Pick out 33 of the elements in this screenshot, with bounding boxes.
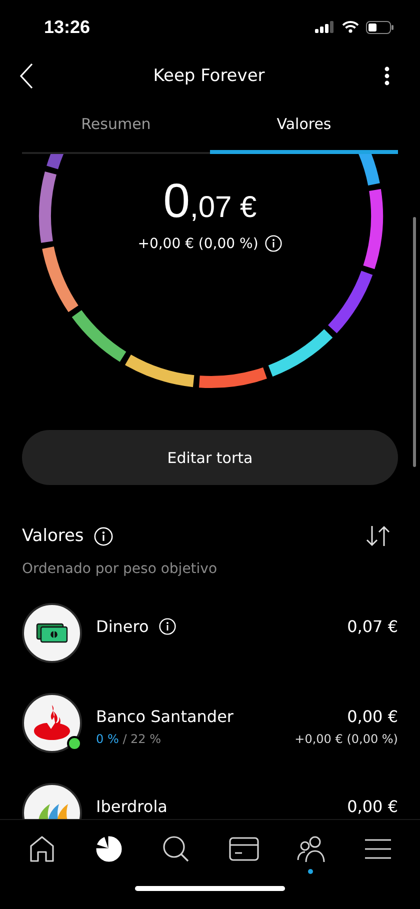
total-value: 0,07 € [163,174,257,229]
signal-icon [315,21,335,33]
wifi-icon [342,21,359,33]
battery-icon [366,20,394,34]
banknote-icon [36,623,68,643]
tab[interactable]: Valores [210,98,398,154]
target-weight: / 22 % [122,732,162,746]
sort-caption: Ordenado por peso objetivo [22,561,218,577]
pie-chart-icon[interactable] [94,835,124,863]
status-time: 13:26 [44,16,90,38]
edit-pie-button[interactable]: Editar torta [22,430,398,485]
back-icon[interactable] [20,63,34,89]
holding-name[interactable]: Iberdrola [96,797,168,816]
people-icon[interactable] [296,835,326,863]
more-icon[interactable] [384,66,390,86]
holding-name[interactable]: Dinero [96,617,149,636]
section-title: Valores [22,526,84,546]
card-icon[interactable] [228,835,259,863]
screen-title: Keep Forever [153,66,265,86]
holding-name[interactable]: Banco Santander [96,707,234,726]
holding-change: +0,00 € (0,00 %) [294,732,398,746]
total-change: +0,00 € (0,00 %) [138,236,258,252]
tab[interactable]: Resumen [22,98,210,154]
sort-icon[interactable] [366,525,390,547]
info-icon[interactable] [158,618,176,635]
info-icon[interactable] [94,526,113,546]
current-weight: 0 % [96,732,119,746]
holding-value: 0,07 € [347,617,398,636]
info-icon[interactable] [265,235,282,252]
holding-value: 0,00 € [347,797,398,816]
flame-logo-icon [32,705,72,741]
holding-value: 0,00 € [347,707,398,726]
search-icon[interactable] [161,835,192,863]
